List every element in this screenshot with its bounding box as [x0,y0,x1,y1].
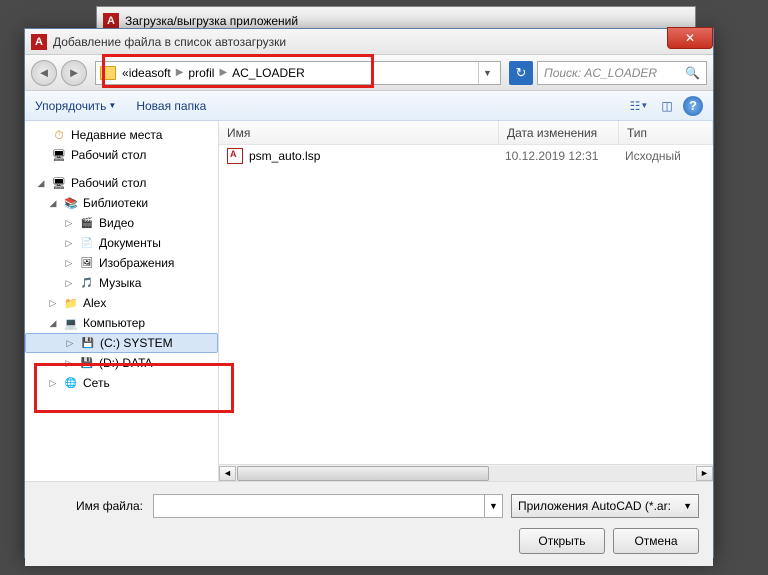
computer-icon [63,315,79,331]
toolbar: Упорядочить ▼ Новая папка ☷ ▼ ◫ ? [25,91,713,121]
close-button[interactable]: ✕ [667,27,713,49]
dialog-footer: Имя файла: ▼ Приложения AutoCAD (*.ar:▼ … [25,481,713,566]
images-icon [79,255,95,271]
filename-dropdown[interactable]: ▼ [485,494,503,518]
sidebar-item-recent[interactable]: Недавние места [25,125,218,145]
breadcrumb-part[interactable]: AC_LOADER [232,66,305,80]
user-folder-icon [63,295,79,311]
file-date: 10.12.2019 12:31 [505,149,625,163]
new-folder-button[interactable]: Новая папка [136,99,206,113]
filename-input[interactable] [153,494,485,518]
breadcrumb-part[interactable]: ideasoft [129,66,171,80]
scroll-left-button[interactable]: ◄ [219,466,236,481]
chevron-icon: ▶ [176,67,184,78]
file-row[interactable]: psm_auto.lsp 10.12.2019 12:31 Исходный [219,145,713,167]
help-button[interactable]: ? [683,96,703,116]
organize-menu[interactable]: Упорядочить ▼ [35,99,116,113]
recent-icon [51,127,67,143]
filename-label: Имя файла: [39,499,143,513]
sidebar-item-video[interactable]: ▷Видео [25,213,218,233]
search-input[interactable]: Поиск: AC_LOADER 🔍 [537,61,707,85]
open-button[interactable]: Открыть [519,528,605,554]
sidebar-item-images[interactable]: ▷Изображения [25,253,218,273]
file-list[interactable]: psm_auto.lsp 10.12.2019 12:31 Исходный [219,145,713,464]
dialog-titlebar[interactable]: A Добавление файла в список автозагрузки… [25,29,713,55]
column-date[interactable]: Дата изменения [499,121,619,144]
file-list-area: Имя Дата изменения Тип psm_auto.lsp 10.1… [219,121,713,481]
bg-title: Загрузка/выгрузка приложений [125,14,298,28]
horizontal-scrollbar[interactable]: ◄ ► [219,464,713,481]
column-headers: Имя Дата изменения Тип [219,121,713,145]
sidebar-item-user[interactable]: ▷Alex [25,293,218,313]
column-name[interactable]: Имя [219,121,499,144]
file-type-filter[interactable]: Приложения AutoCAD (*.ar:▼ [511,494,699,518]
scroll-right-button[interactable]: ► [696,466,713,481]
folder-icon [100,66,116,80]
network-icon [63,375,79,391]
sidebar-item-drive-c[interactable]: ▷(C:) SYSTEM [25,333,218,353]
file-name: psm_auto.lsp [249,149,505,163]
file-open-dialog: A Добавление файла в список автозагрузки… [24,28,714,558]
breadcrumb-dropdown[interactable]: ▼ [478,62,496,84]
sidebar-item-desktop[interactable]: ◢Рабочий стол [25,173,218,193]
preview-pane-button[interactable]: ◫ [655,95,679,117]
navigation-bar: ◄ ► « ideasoft ▶ profil ▶ AC_LOADER ▼ ↻ … [25,55,713,91]
libraries-icon [63,195,79,211]
sidebar-item-network[interactable]: ▷Сеть [25,373,218,393]
sidebar-item-drive-d[interactable]: ▷(D:) DATA [25,353,218,373]
desktop-icon [51,175,67,191]
sidebar-item-desktop-fav[interactable]: Рабочий стол [25,145,218,165]
search-icon: 🔍 [685,66,700,80]
chevron-icon: ▶ [219,67,227,78]
video-icon [79,215,95,231]
documents-icon [79,235,95,251]
sidebar-item-documents[interactable]: ▷Документы [25,233,218,253]
drive-icon [79,355,95,371]
file-type: Исходный [625,149,681,163]
lsp-file-icon [227,148,243,164]
dialog-title: Добавление файла в список автозагрузки [53,35,286,49]
sidebar-item-libraries[interactable]: ◢Библиотеки [25,193,218,213]
sidebar-item-music[interactable]: ▷Музыка [25,273,218,293]
app-icon: A [31,34,47,50]
view-mode-button[interactable]: ☷ ▼ [627,95,651,117]
scroll-track[interactable] [237,466,695,481]
forward-button[interactable]: ► [61,60,87,86]
scroll-thumb[interactable] [237,466,489,481]
refresh-button[interactable]: ↻ [509,61,533,85]
drive-icon [80,335,96,351]
back-button[interactable]: ◄ [31,60,57,86]
app-icon: A [103,13,119,29]
sidebar-tree[interactable]: Недавние места Рабочий стол ◢Рабочий сто… [25,121,219,481]
sidebar-item-computer[interactable]: ◢Компьютер [25,313,218,333]
breadcrumb-part[interactable]: profil [188,66,214,80]
breadcrumb[interactable]: « ideasoft ▶ profil ▶ AC_LOADER ▼ [95,61,501,85]
desktop-icon [51,147,67,163]
cancel-button[interactable]: Отмена [613,528,699,554]
column-type[interactable]: Тип [619,121,713,144]
music-icon [79,275,95,291]
